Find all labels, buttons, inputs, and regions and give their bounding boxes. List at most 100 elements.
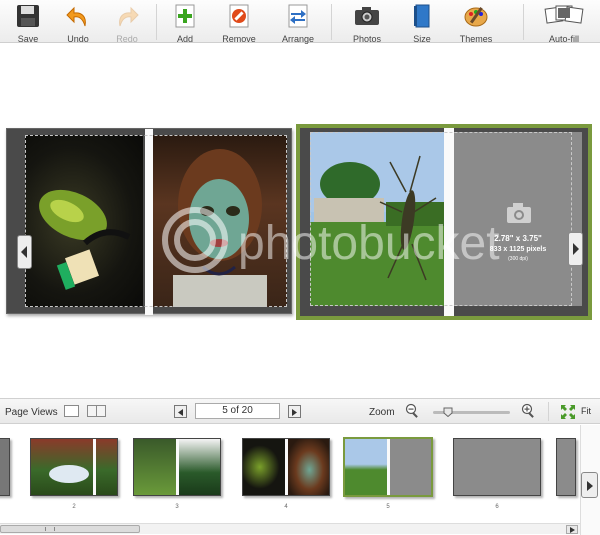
photo-book-editor: Save Undo Redo Add Remove Arrange Photos… [0, 0, 600, 535]
next-spread-button[interactable] [568, 232, 583, 266]
horizontal-scrollbar[interactable] [0, 523, 580, 534]
scrollbar-grip [45, 527, 55, 531]
spread-canvas: 2.78" x 3.75" 833 x 1125 pixels (300 dpi… [300, 128, 588, 316]
previous-spread-button[interactable] [17, 235, 32, 269]
thumbnail-image [134, 439, 176, 495]
selected-page-spread[interactable]: 2.78" x 3.75" 833 x 1125 pixels (300 dpi… [296, 124, 592, 320]
page-views-bar: Page Views 5 of 20 Zoom Fit [0, 398, 600, 424]
scrollbar-thumb[interactable] [0, 525, 140, 533]
placeholder-dpi: (300 dpi) [508, 256, 528, 262]
book-size-icon [414, 4, 430, 28]
redo-label: Redo [116, 34, 138, 44]
page-number-5: 5 [386, 504, 390, 510]
thumbnail-placeholder [390, 439, 431, 495]
arrow-right-icon [587, 481, 593, 491]
page-gutter [444, 128, 454, 316]
save-button[interactable]: Save [2, 2, 54, 44]
page-views-label: Page Views [5, 407, 58, 418]
remove-page-icon [229, 4, 249, 28]
auto-fill-button[interactable]: Auto-fill [536, 2, 592, 44]
add-label: Add [176, 34, 193, 44]
scroll-right-button[interactable] [566, 525, 578, 534]
arrow-right-icon [292, 409, 297, 416]
photos-button[interactable]: Photos [341, 2, 393, 44]
thumbnail-page-6[interactable] [453, 438, 541, 496]
thumbnail-page-3[interactable] [133, 438, 221, 496]
divider [548, 402, 549, 421]
left-page-spread[interactable] [6, 128, 292, 315]
arrange-label: Arrange [281, 34, 315, 44]
remove-page-button[interactable]: Remove [213, 2, 265, 44]
add-page-button[interactable]: Add [159, 2, 211, 44]
toolbar-divider [523, 4, 524, 40]
page-indicator[interactable]: 5 of 20 [195, 403, 280, 419]
insect-image [310, 132, 444, 306]
fit-arrows-icon [561, 405, 575, 419]
page-number-4: 4 [284, 504, 288, 510]
save-label: Save [17, 34, 39, 44]
arrow-left-icon [21, 246, 27, 258]
page-number-2: 2 [72, 504, 76, 510]
thumbnail-page-2[interactable] [30, 438, 118, 496]
zoom-in-icon[interactable] [521, 403, 535, 419]
fit-button[interactable]: Fit [560, 403, 598, 421]
photo-face-mask[interactable] [153, 135, 287, 307]
face-mask-image [173, 149, 267, 307]
record-player-image [39, 189, 131, 290]
thumbnail-image [288, 439, 329, 495]
previous-page-button[interactable] [174, 405, 187, 418]
page-thumbnail-strip: 2 3 4 5 6 [0, 425, 600, 535]
thumbnail-image [179, 439, 220, 495]
zoom-slider-thumb[interactable] [443, 407, 453, 417]
toolbar-divider [331, 4, 332, 40]
auto-fill-label: Auto-fill [548, 34, 579, 44]
thumbnail-image-detail [49, 465, 89, 483]
arrange-pages-button[interactable]: Arrange [272, 2, 324, 44]
fit-label: Fit [581, 406, 591, 416]
redo-button[interactable]: Redo [101, 2, 153, 44]
empty-photo-placeholder[interactable]: 2.78" x 3.75" 833 x 1125 pixels (300 dpi… [454, 132, 582, 306]
toolbar: Save Undo Redo Add Remove Arrange Photos… [0, 0, 600, 44]
thumbnail-partial[interactable] [556, 438, 576, 496]
redo-arrow-icon [119, 6, 139, 27]
thumbnail-image [243, 439, 285, 495]
next-page-button[interactable] [288, 405, 301, 418]
arrow-right-icon [569, 527, 575, 533]
thumbnail-page-5[interactable] [343, 437, 433, 497]
size-button[interactable]: Size [396, 2, 448, 44]
auto-fill-photos-icon [544, 5, 584, 24]
themes-button[interactable]: Themes [450, 2, 502, 44]
placeholder-pixels: 833 x 1125 pixels [489, 246, 547, 253]
toolbar-divider [156, 4, 157, 40]
arrow-right-icon [573, 243, 579, 255]
floppy-disk-icon [17, 5, 39, 27]
thumbnail-partial[interactable] [0, 438, 10, 496]
page-number-6: 6 [495, 504, 499, 510]
undo-button[interactable]: Undo [52, 2, 104, 44]
thumbnail-image [345, 439, 387, 495]
size-label: Size [413, 34, 431, 44]
camera-icon [355, 7, 379, 25]
zoom-out-icon[interactable] [405, 403, 419, 419]
thumbnail-scroll-right-button[interactable] [581, 472, 598, 498]
undo-arrow-icon [66, 6, 86, 27]
add-page-icon [175, 4, 195, 28]
placeholder-dimensions: 2.78" x 3.75" [494, 234, 542, 243]
arrow-left-icon [178, 409, 183, 416]
photo-insect[interactable] [310, 132, 444, 306]
photo-record-player[interactable] [25, 135, 143, 307]
spread-view-button[interactable] [87, 405, 106, 417]
arrange-icon [288, 4, 308, 28]
zoom-label: Zoom [369, 407, 395, 418]
palette-icon [464, 7, 488, 27]
camera-placeholder-icon [507, 203, 531, 223]
thumbnail-gutter [93, 439, 96, 495]
single-page-view-button[interactable] [64, 405, 79, 417]
remove-label: Remove [222, 34, 256, 44]
photos-label: Photos [352, 34, 382, 44]
page-number-3: 3 [175, 504, 179, 510]
spread-view-divider [96, 406, 97, 416]
themes-label: Themes [459, 34, 493, 44]
thumbnail-page-4[interactable] [242, 438, 330, 496]
undo-label: Undo [67, 34, 89, 44]
